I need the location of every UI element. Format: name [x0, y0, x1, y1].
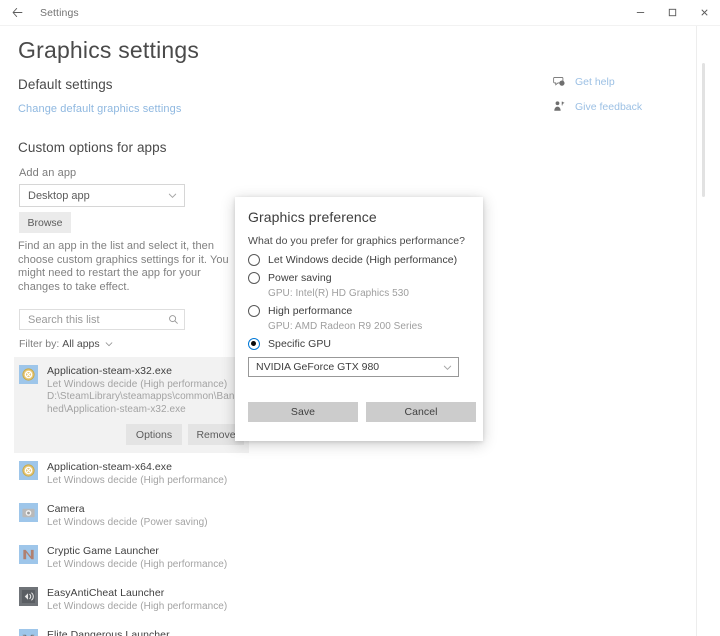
custom-options-help-text: Find an app in the list and select it, t…	[18, 240, 229, 293]
content-divider	[696, 26, 697, 636]
close-button[interactable]	[688, 0, 720, 26]
give-feedback-icon	[553, 100, 570, 113]
app-list-item-texts: Application-steam-x32.exe Let Windows dec…	[47, 365, 249, 416]
options-button[interactable]: Options	[126, 424, 182, 445]
titlebar-title: Settings	[40, 6, 79, 19]
get-help-link[interactable]: Get help	[553, 72, 642, 91]
minimize-button[interactable]	[624, 0, 656, 26]
give-feedback-link[interactable]: Give feedback	[553, 97, 642, 116]
custom-options-heading: Custom options for apps	[18, 140, 167, 155]
radio-button[interactable]	[248, 272, 260, 284]
radio-button[interactable]	[248, 338, 260, 350]
radio-button[interactable]	[248, 254, 260, 266]
filter-by-value: All apps	[62, 338, 100, 350]
cancel-button[interactable]: Cancel	[366, 402, 476, 422]
app-list-item[interactable]: EasyAntiCheat Launcher Let Windows decide…	[14, 579, 249, 621]
change-default-graphics-settings-link[interactable]: Change default graphics settings	[18, 103, 181, 115]
specific-gpu-value: NVIDIA GeForce GTX 980	[256, 361, 380, 373]
app-list-item[interactable]: Application-steam-x32.exe Let Windows dec…	[14, 357, 249, 453]
app-name: Application-steam-x64.exe	[47, 461, 172, 473]
chevron-down-icon	[168, 193, 177, 198]
graphics-option-gpu: GPU: AMD Radeon R9 200 Series	[268, 321, 423, 332]
radio-button[interactable]	[248, 305, 260, 317]
graphics-preference-dialog: Graphics preference What do you prefer f…	[235, 197, 483, 441]
filter-by-dropdown[interactable]: Filter by: All apps	[19, 338, 114, 350]
vertical-scrollbar[interactable]	[702, 63, 705, 197]
app-list-item[interactable]: Cryptic Game Launcher Let Windows decide …	[14, 537, 249, 579]
app-list-item[interactable]: Camera Let Windows decide (Power saving)	[14, 495, 249, 537]
browse-button[interactable]: Browse	[19, 212, 71, 233]
graphics-option-1[interactable]: Power saving	[248, 269, 472, 287]
add-an-app-label: Add an app	[19, 167, 77, 179]
app-status: Let Windows decide (High performance)	[47, 601, 228, 612]
camera-app-icon	[19, 503, 38, 522]
settings-window: Settings Graphics settings Default setti…	[0, 0, 720, 636]
app-list-item-texts: EasyAntiCheat Launcher Let Windows decide…	[47, 587, 249, 613]
app-type-dropdown[interactable]: Desktop app	[19, 184, 185, 207]
save-button[interactable]: Save	[248, 402, 358, 422]
give-feedback-label: Give feedback	[575, 100, 643, 113]
graphics-option-label: Specific GPU	[268, 338, 332, 350]
app-name: Application-steam-x32.exe	[47, 365, 172, 377]
graphics-option-gpu: GPU: Intel(R) HD Graphics 530	[268, 288, 409, 299]
app-list-item-texts: Elite Dangerous LauncherLet Windows deci…	[47, 629, 249, 636]
side-links: Get help Give feedback	[553, 72, 642, 122]
app-status: Let Windows decide (Power saving)	[47, 517, 208, 528]
steam-app-icon	[19, 365, 38, 384]
maximize-button[interactable]	[656, 0, 688, 26]
get-help-icon	[553, 75, 570, 88]
maximize-icon	[668, 8, 676, 17]
dialog-title: Graphics preference	[248, 209, 377, 225]
easyanticheat-app-icon	[19, 587, 38, 606]
app-status: Let Windows decide (High performance)	[47, 475, 228, 486]
steam-app-icon	[19, 461, 38, 480]
page-title: Graphics settings	[18, 37, 200, 63]
app-list: Application-steam-x32.exe Let Windows dec…	[14, 357, 249, 636]
app-list-item[interactable]: Application-steam-x64.exe Let Windows dec…	[14, 453, 249, 495]
app-name: Elite Dangerous Launcher	[47, 629, 170, 636]
search-input[interactable]: Search this list	[19, 309, 185, 330]
specific-gpu-dropdown[interactable]: NVIDIA GeForce GTX 980	[248, 357, 459, 377]
get-help-label: Get help	[575, 75, 615, 88]
close-icon	[700, 9, 708, 16]
back-button[interactable]	[0, 0, 34, 26]
titlebar: Settings	[0, 0, 720, 26]
default-settings-heading: Default settings	[18, 77, 113, 92]
graphics-option-label: Let Windows decide (High performance)	[268, 254, 458, 266]
graphics-option-label: High performance	[268, 305, 353, 317]
app-name: Cryptic Game Launcher	[47, 545, 159, 557]
cryptic-app-icon	[19, 545, 38, 564]
app-name: Camera	[47, 503, 85, 515]
app-path: D:\SteamLibrary\steamapps\common\Banishe…	[47, 391, 242, 415]
chevron-down-icon	[105, 342, 112, 347]
filter-by-label: Filter by:	[19, 338, 60, 350]
minimize-icon	[636, 12, 644, 13]
app-status: Let Windows decide (High performance)	[47, 559, 228, 570]
graphics-option-0[interactable]: Let Windows decide (High performance)	[248, 251, 472, 269]
graphics-option-2[interactable]: High performance	[248, 302, 472, 320]
window-controls	[624, 0, 720, 26]
elite-dangerous-app-icon	[19, 629, 38, 636]
graphics-preference-options: Let Windows decide (High performance) Pow…	[248, 251, 472, 353]
app-list-item[interactable]: Elite Dangerous LauncherLet Windows deci…	[14, 621, 249, 636]
graphics-option-3[interactable]: Specific GPU	[248, 335, 472, 353]
app-type-value: Desktop app	[28, 189, 90, 202]
search-placeholder: Search this list	[28, 313, 100, 326]
app-list-item-texts: Camera Let Windows decide (Power saving)	[47, 503, 249, 529]
app-list-item-texts: Application-steam-x64.exe Let Windows dec…	[47, 461, 249, 487]
graphics-option-label: Power saving	[268, 272, 332, 284]
chevron-down-icon	[443, 365, 452, 370]
app-row-actions: Options Remove	[14, 424, 249, 445]
dialog-actions: Save Cancel	[248, 402, 476, 422]
dialog-question: What do you prefer for graphics performa…	[248, 235, 465, 247]
search-icon	[169, 315, 178, 324]
app-name: EasyAntiCheat Launcher	[47, 587, 165, 599]
app-list-item-texts: Cryptic Game Launcher Let Windows decide …	[47, 545, 249, 571]
app-status: Let Windows decide (High performance)	[47, 379, 228, 390]
back-arrow-icon	[12, 7, 22, 18]
